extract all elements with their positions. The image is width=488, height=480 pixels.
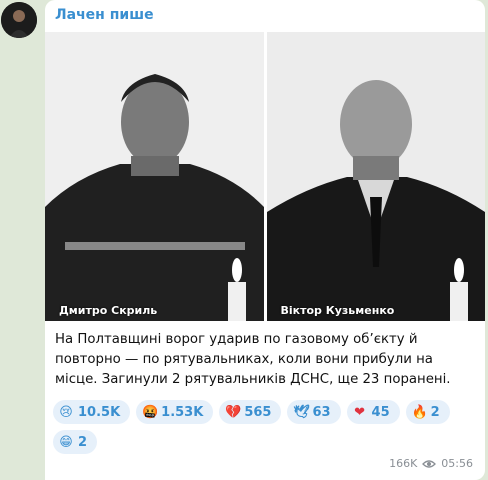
fire-icon: 🔥	[411, 404, 428, 420]
reaction-broken-heart[interactable]: 💔 565	[219, 400, 282, 424]
channel-avatar[interactable]	[1, 2, 37, 38]
reaction-dove[interactable]: 🕊 63	[287, 400, 341, 424]
photo-caption: Віктор Кузьменко	[280, 304, 395, 317]
message-bubble: Лачен пише Дмитро Скриль Віктор Кузьменк…	[45, 0, 485, 480]
reaction-angry[interactable]: 🤬 1.53K	[136, 400, 214, 424]
grinning-face-icon: 😁	[59, 434, 73, 450]
photo-right[interactable]: Віктор Кузьменко	[266, 32, 485, 321]
photo-caption: Дмитро Скриль	[59, 304, 158, 317]
post-time: 05:56	[441, 457, 473, 470]
reaction-fire[interactable]: 🔥 2	[405, 400, 450, 424]
broken-heart-icon: 💔	[225, 404, 242, 420]
heart-icon: ❤	[354, 404, 365, 420]
angry-face-icon: 🤬	[142, 404, 159, 420]
photo-left[interactable]: Дмитро Скриль	[45, 32, 264, 321]
eye-icon	[422, 459, 437, 468]
photo-grid[interactable]: Дмитро Скриль Віктор Кузьменко	[45, 32, 485, 321]
dove-icon: 🕊	[293, 404, 310, 420]
message-text: На Полтавщині ворог ударив по газовому о…	[55, 332, 451, 387]
portrait-image	[266, 32, 485, 321]
view-count: 166K	[389, 457, 418, 470]
reaction-grin[interactable]: 😁 2	[53, 430, 98, 454]
reaction-count: 10.5K	[78, 404, 121, 420]
portrait-image	[45, 32, 264, 321]
reaction-count: 63	[312, 404, 331, 420]
avatar-image	[1, 2, 37, 38]
reaction-heart[interactable]: ❤ 45	[346, 400, 400, 424]
channel-name[interactable]: Лачен пише	[55, 7, 154, 23]
reaction-count: 565	[244, 404, 272, 420]
reaction-crying[interactable]: 😢 10.5K	[53, 400, 131, 424]
crying-face-icon: 😢	[59, 404, 73, 420]
reaction-count: 2	[78, 434, 88, 450]
reaction-count: 2	[430, 404, 440, 420]
reactions-bar: 😢 10.5K 🤬 1.53K 💔 565 🕊 63 ❤ 45 🔥 2 😁 2	[53, 400, 473, 454]
message-meta: 166K 05:56	[389, 457, 473, 470]
reaction-count: 1.53K	[161, 404, 204, 420]
reaction-count: 45	[371, 404, 390, 420]
